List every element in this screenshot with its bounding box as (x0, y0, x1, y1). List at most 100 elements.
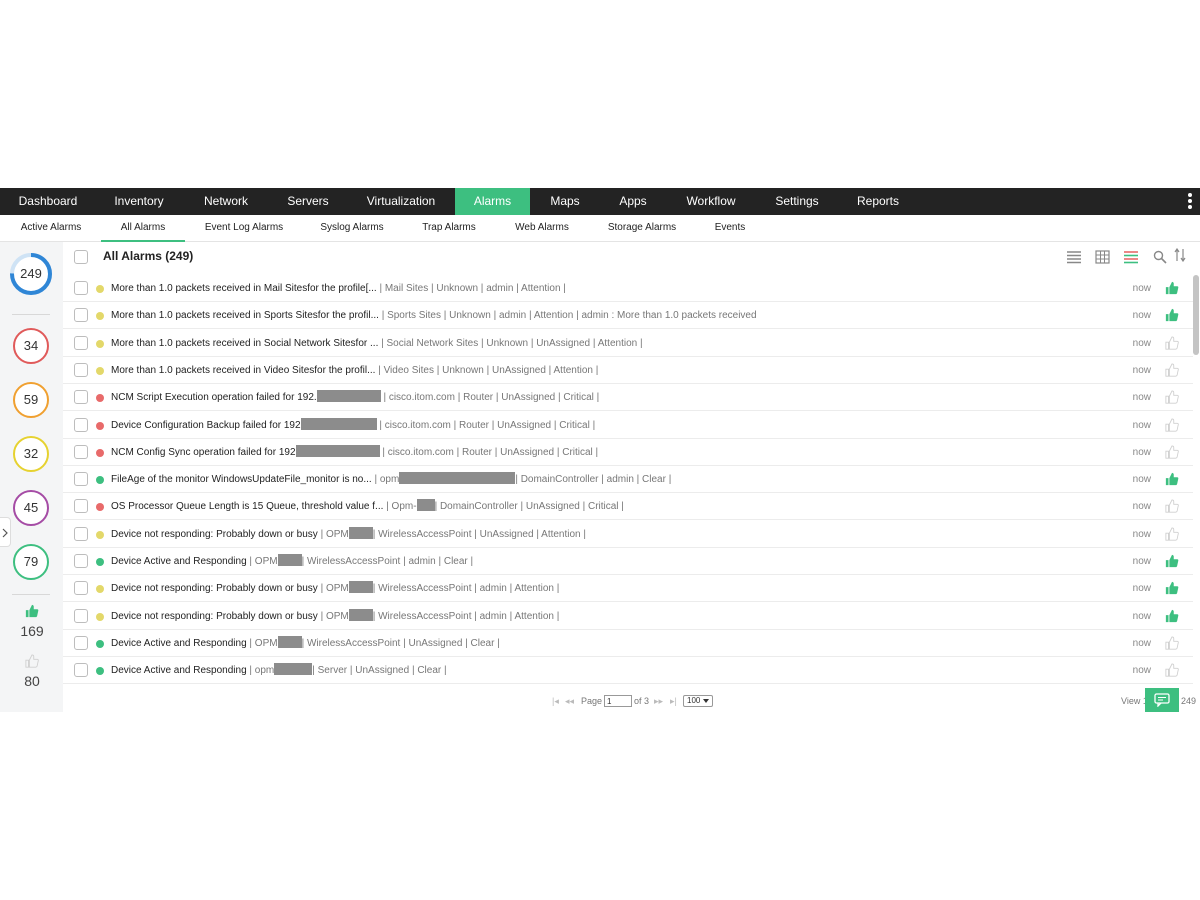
tab-storage-alarms[interactable]: Storage Alarms (598, 215, 686, 242)
table-row[interactable]: Device Configuration Backup failed for 1… (63, 411, 1193, 439)
nav-reports[interactable]: Reports (846, 188, 910, 215)
acknowledge-thumb-icon[interactable] (1165, 472, 1179, 486)
alarm-message[interactable]: Device Active and Responding | opm | Serv… (111, 657, 447, 684)
critical-count-badge[interactable]: 34 (13, 328, 49, 364)
row-checkbox[interactable] (74, 608, 88, 623)
nav-maps[interactable]: Maps (537, 188, 593, 215)
table-row[interactable]: More than 1.0 packets received in Video … (63, 356, 1193, 384)
select-all-checkbox[interactable] (74, 250, 88, 264)
nav-servers[interactable]: Servers (274, 188, 342, 215)
table-row[interactable]: Device Active and Responding | OPM | Wire… (63, 548, 1193, 575)
row-checkbox[interactable] (74, 362, 88, 377)
tab-events[interactable]: Events (706, 215, 754, 242)
row-checkbox[interactable] (74, 308, 88, 323)
alarm-message[interactable]: Device Active and Responding | OPM | Wire… (111, 630, 500, 657)
acknowledge-thumb-outline-icon[interactable] (1165, 636, 1179, 650)
acknowledge-thumb-outline-icon[interactable] (1165, 390, 1179, 404)
tab-web-alarms[interactable]: Web Alarms (506, 215, 578, 242)
prev-page-icon[interactable]: ◂◂ (565, 696, 574, 707)
acknowledge-thumb-icon[interactable] (1165, 281, 1179, 295)
tab-event-log-alarms[interactable]: Event Log Alarms (196, 215, 292, 242)
alarm-message[interactable]: More than 1.0 packets received in Sports… (111, 302, 757, 329)
row-checkbox[interactable] (74, 335, 88, 350)
alarm-message[interactable]: More than 1.0 packets received in Social… (111, 330, 643, 357)
alarm-message[interactable]: Device Configuration Backup failed for 1… (111, 412, 595, 439)
nav-alarms[interactable]: Alarms (455, 188, 530, 215)
expand-rail-button[interactable] (0, 517, 11, 547)
tab-all-alarms[interactable]: All Alarms (101, 215, 185, 242)
next-page-icon[interactable]: ▸▸ (654, 696, 663, 707)
major-count-badge[interactable]: 59 (13, 382, 49, 418)
acknowledge-thumb-outline-icon[interactable] (1165, 336, 1179, 350)
table-row[interactable]: Device Active and Responding | opm | Serv… (63, 657, 1193, 685)
grid-view-icon[interactable] (1095, 250, 1110, 264)
table-row[interactable]: NCM Script Execution operation failed fo… (63, 384, 1193, 412)
alarm-message[interactable]: FileAge of the monitor WindowsUpdateFile… (111, 466, 671, 493)
clear-count-badge[interactable]: 79 (13, 544, 49, 580)
nav-settings[interactable]: Settings (764, 188, 830, 215)
nav-virtualization[interactable]: Virtualization (354, 188, 448, 215)
row-checkbox[interactable] (74, 499, 88, 514)
alarm-message[interactable]: Device not responding: Probably down or … (111, 603, 559, 630)
list-view-icon[interactable] (1066, 250, 1082, 264)
tab-syslog-alarms[interactable]: Syslog Alarms (312, 215, 392, 242)
acknowledge-thumb-outline-icon[interactable] (1165, 363, 1179, 377)
page-number-input[interactable] (604, 695, 632, 707)
row-checkbox[interactable] (74, 390, 88, 405)
table-row[interactable]: OS Processor Queue Length is 15 Queue, t… (63, 493, 1193, 521)
table-row[interactable]: Device not responding: Probably down or … (63, 575, 1193, 603)
acknowledged-summary[interactable]: 169 (14, 604, 50, 639)
row-checkbox[interactable] (74, 526, 88, 541)
severity-view-icon[interactable] (1123, 250, 1139, 264)
table-row[interactable]: More than 1.0 packets received in Social… (63, 329, 1193, 357)
acknowledge-thumb-outline-icon[interactable] (1165, 663, 1179, 677)
alarm-message[interactable]: Device not responding: Probably down or … (111, 521, 586, 548)
row-checkbox[interactable] (74, 581, 88, 596)
more-menu-icon[interactable] (1187, 193, 1193, 211)
nav-dashboard[interactable]: Dashboard (8, 188, 88, 215)
acknowledge-thumb-outline-icon[interactable] (1165, 527, 1179, 541)
alarm-message[interactable]: Device Active and Responding | OPM | Wire… (111, 548, 473, 575)
alarm-message[interactable]: NCM Config Sync operation failed for 192… (111, 439, 598, 466)
table-row[interactable]: FileAge of the monitor WindowsUpdateFile… (63, 466, 1193, 494)
row-checkbox[interactable] (74, 663, 88, 678)
table-row[interactable]: NCM Config Sync operation failed for 192… (63, 438, 1193, 466)
tab-active-alarms[interactable]: Active Alarms (10, 215, 92, 242)
unacknowledged-summary[interactable]: 80 (14, 654, 50, 689)
acknowledge-thumb-icon[interactable] (1165, 609, 1179, 623)
nav-workflow[interactable]: Workflow (674, 188, 748, 215)
sort-icon[interactable] (1174, 248, 1186, 262)
acknowledge-thumb-outline-icon[interactable] (1165, 445, 1179, 459)
vertical-scrollbar[interactable] (1193, 275, 1199, 355)
acknowledge-thumb-outline-icon[interactable] (1165, 417, 1179, 432)
first-page-icon[interactable]: |◂ (552, 696, 559, 707)
row-checkbox[interactable] (74, 635, 88, 650)
alarm-message[interactable]: More than 1.0 packets received in Mail S… (111, 275, 566, 302)
attention-count-badge[interactable]: 32 (13, 436, 49, 472)
alarm-message[interactable]: NCM Script Execution operation failed fo… (111, 384, 599, 411)
acknowledge-thumb-icon[interactable] (1165, 554, 1179, 568)
row-checkbox[interactable] (74, 554, 88, 568)
acknowledge-thumb-icon[interactable] (1165, 581, 1179, 595)
row-checkbox[interactable] (74, 472, 88, 487)
search-icon[interactable] (1153, 250, 1167, 264)
page-size-select[interactable]: 100 (683, 695, 713, 707)
nav-apps[interactable]: Apps (607, 188, 659, 215)
trouble-count-badge[interactable]: 45 (13, 490, 49, 526)
table-row[interactable]: More than 1.0 packets received in Sports… (63, 302, 1193, 330)
table-row[interactable]: More than 1.0 packets received in Mail S… (63, 275, 1193, 302)
total-alarms-donut[interactable]: 249 (9, 252, 53, 296)
last-page-icon[interactable]: ▸| (670, 696, 677, 707)
chat-button[interactable] (1145, 688, 1179, 712)
table-row[interactable]: Device not responding: Probably down or … (63, 602, 1193, 630)
row-checkbox[interactable] (74, 417, 88, 432)
row-checkbox[interactable] (74, 444, 88, 459)
nav-inventory[interactable]: Inventory (100, 188, 178, 215)
alarm-message[interactable]: More than 1.0 packets received in Video … (111, 357, 598, 384)
row-checkbox[interactable] (74, 281, 88, 295)
acknowledge-thumb-outline-icon[interactable] (1165, 499, 1179, 513)
alarm-message[interactable]: Device not responding: Probably down or … (111, 575, 559, 602)
nav-network[interactable]: Network (190, 188, 262, 215)
table-row[interactable]: Device not responding: Probably down or … (63, 520, 1193, 548)
alarm-message[interactable]: OS Processor Queue Length is 15 Queue, t… (111, 493, 624, 520)
